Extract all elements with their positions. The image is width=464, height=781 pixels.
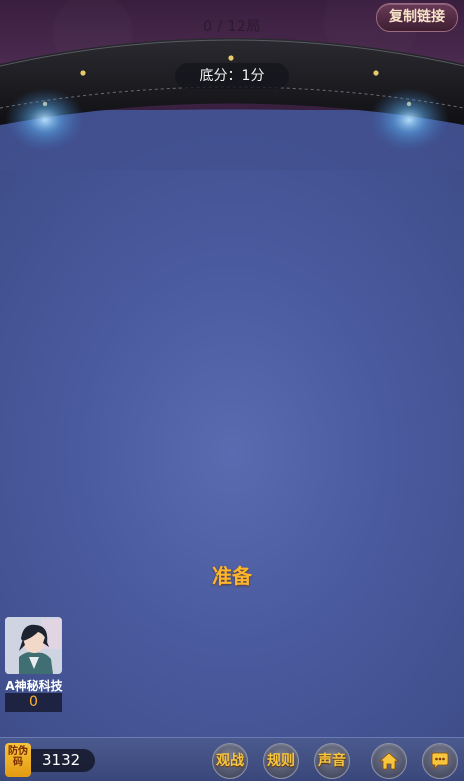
- rim-stud: [80, 70, 86, 76]
- rim-stud: [373, 70, 379, 76]
- spotlight-right: [369, 88, 449, 152]
- rules-button[interactable]: 规则: [263, 743, 299, 779]
- home-icon: [379, 752, 399, 770]
- chat-icon: [431, 752, 449, 771]
- copy-link-button[interactable]: 复制链接: [376, 3, 458, 32]
- chat-button[interactable]: [422, 743, 458, 779]
- ready-button[interactable]: 准备: [182, 560, 282, 589]
- player-name: A神秘科技: [5, 679, 63, 693]
- player-score: 0: [5, 693, 62, 712]
- game-screen: 0 / 12局 复制链接 底分：1分 准备 A神秘科技 0 3132 防伪码 观…: [0, 0, 464, 781]
- spectate-button[interactable]: 观战: [212, 743, 248, 779]
- player-seat[interactable]: A神秘科技 0: [4, 617, 64, 713]
- room-number: 3132: [22, 749, 95, 772]
- rim-stud: [228, 55, 234, 61]
- home-button[interactable]: [371, 743, 407, 779]
- avatar-illustration: [5, 617, 62, 674]
- avatar: [5, 617, 62, 674]
- anti-fake-code-button[interactable]: 防伪码: [5, 743, 31, 777]
- spotlight-left: [5, 88, 85, 152]
- bottom-toolbar: 3132 防伪码 观战 规则 声音: [0, 737, 464, 781]
- sound-button[interactable]: 声音: [314, 743, 350, 779]
- base-score-label: 底分：1分: [175, 63, 289, 89]
